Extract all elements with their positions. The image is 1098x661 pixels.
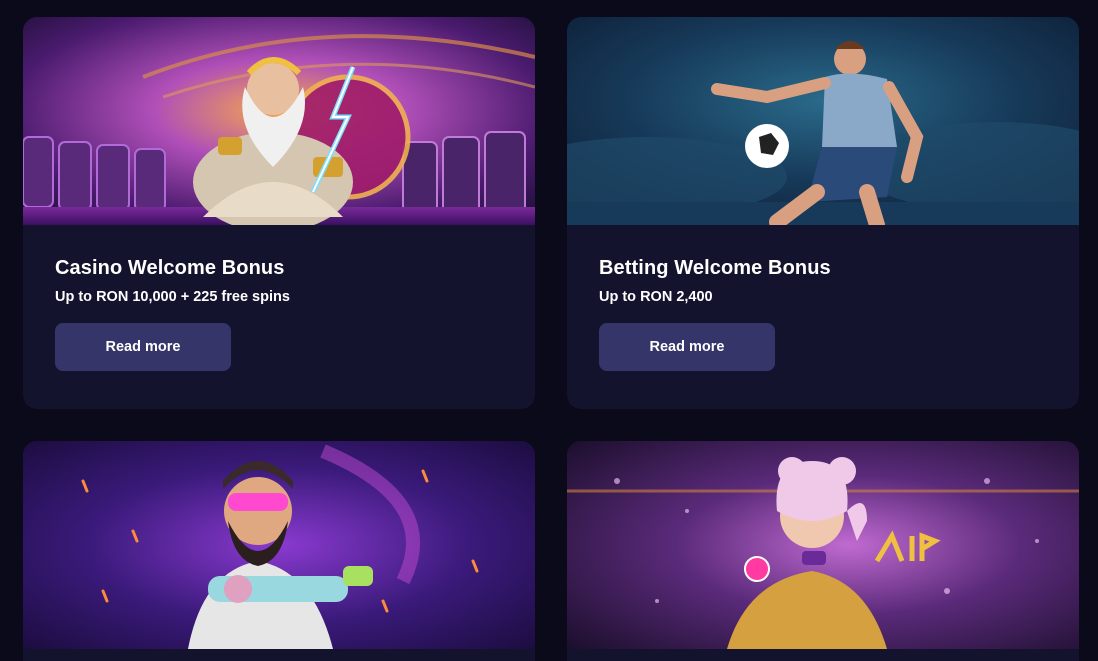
promo-card-casino: Casino Welcome Bonus Up to RON 10,000 + … bbox=[23, 17, 535, 409]
bearded-gunner-image bbox=[23, 441, 535, 649]
promo-card-betting: Betting Welcome Bonus Up to RON 2,400 Re… bbox=[567, 17, 1079, 409]
promo-card-4 bbox=[567, 441, 1079, 661]
read-more-button[interactable]: Read more bbox=[599, 323, 775, 371]
promo-subtitle: Up to RON 2,400 bbox=[599, 289, 713, 305]
promo-subtitle: Up to RON 10,000 + 225 free spins bbox=[55, 289, 290, 305]
zeus-casino-image bbox=[23, 17, 535, 225]
promo-title: Betting Welcome Bonus bbox=[599, 257, 831, 279]
vip-clown-girl-image bbox=[567, 441, 1079, 649]
read-more-button[interactable]: Read more bbox=[55, 323, 231, 371]
promo-card-3 bbox=[23, 441, 535, 661]
promo-title: Casino Welcome Bonus bbox=[55, 257, 285, 279]
promotions-grid: Casino Welcome Bonus Up to RON 10,000 + … bbox=[0, 0, 1098, 661]
football-player-image bbox=[567, 17, 1079, 225]
